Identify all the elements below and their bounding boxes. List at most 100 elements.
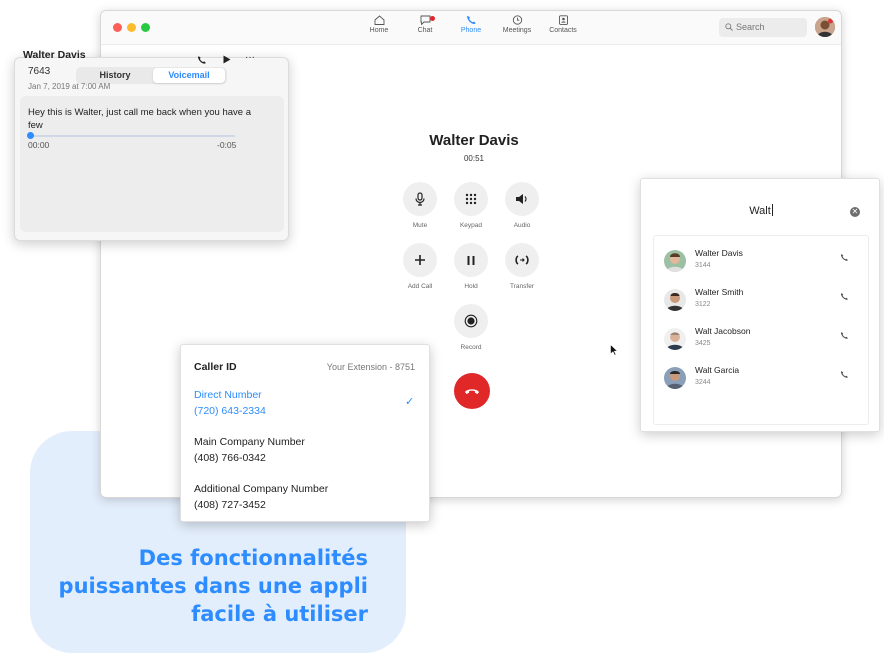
voicemail-progress-track[interactable] [30, 135, 235, 137]
nav-meetings-label: Meetings [502, 27, 532, 34]
caller-id-extension: Your Extension - 8751 [326, 362, 415, 372]
call-contact-icon[interactable] [840, 292, 849, 301]
contact-search-query: Walt [749, 205, 771, 217]
voicemail-elapsed-time: 00:00 [28, 140, 50, 150]
caller-id-option-label: Additional Company Number [194, 483, 329, 495]
caller-id-option-label: Main Company Number [194, 436, 305, 448]
call-contact-icon[interactable] [840, 370, 849, 379]
close-window-button[interactable] [113, 23, 122, 32]
zoom-window-button[interactable] [141, 23, 150, 32]
record-label: Record [460, 344, 482, 351]
search-input[interactable]: Search [719, 18, 807, 37]
voicemail-transcript: Hey this is Walter, just call me back wh… [28, 107, 251, 131]
contacts-icon [558, 15, 568, 25]
call-duration: 00:51 [463, 154, 485, 163]
voicemail-caller-number: 7643 [28, 66, 51, 77]
caller-id-option-additional[interactable]: Additional Company Number (408) 727-3452 [194, 481, 328, 513]
mute-button[interactable]: Mute [395, 182, 445, 229]
avatar [664, 328, 686, 350]
voicemail-progress-knob[interactable] [27, 132, 34, 139]
mute-label: Mute [412, 222, 428, 229]
caller-id-option-number: (720) 643-2334 [194, 405, 266, 417]
tab-history[interactable]: History [78, 68, 152, 83]
title-bar: Home Chat Phone Meetings Contacts Search [101, 11, 841, 45]
play-icon [223, 55, 231, 64]
record-button[interactable]: Record [446, 304, 496, 351]
promo-headline: Des fonctionnalités puissantes dans une … [58, 546, 368, 626]
contact-search-panel: Walt ✕ Walter Davis 3144 Walter Smith 31… [640, 178, 880, 432]
avatar [664, 367, 686, 389]
nav-home[interactable]: Home [357, 15, 401, 34]
voicemail-call-back-button[interactable] [197, 55, 207, 68]
voicemail-play-button[interactable] [223, 55, 231, 67]
call-contact-icon[interactable] [840, 253, 849, 262]
contact-name: Walt Garcia [695, 365, 740, 375]
contact-name: Walter Smith [695, 287, 744, 297]
keypad-button[interactable]: Keypad [446, 182, 496, 229]
audio-button[interactable]: Audio [497, 182, 547, 229]
hold-label: Hold [464, 283, 478, 290]
contact-result-row[interactable]: Walter Smith 3122 [654, 284, 870, 322]
contact-name: Walter Davis [695, 248, 743, 258]
nav-phone[interactable]: Phone [449, 15, 493, 34]
profile-avatar[interactable] [815, 17, 835, 37]
contact-results-list: Walter Davis 3144 Walter Smith 3122 Walt… [653, 235, 869, 425]
add-call-label: Add Call [407, 283, 433, 290]
microphone-icon [415, 192, 425, 206]
nav-chat-label: Chat [417, 27, 433, 34]
nav-phone-label: Phone [460, 27, 482, 34]
active-call-name: Walter Davis [429, 132, 519, 149]
plus-icon [415, 255, 425, 265]
audio-label: Audio [513, 222, 531, 229]
phone-icon [198, 56, 206, 64]
nav-home-label: Home [369, 27, 389, 34]
voicemail-more-button[interactable]: ··· [245, 52, 255, 63]
add-call-button[interactable]: Add Call [395, 243, 445, 290]
contact-result-row[interactable]: Walt Jacobson 3425 [654, 323, 870, 361]
contact-search-field[interactable]: Walt [641, 204, 881, 217]
contact-name: Walt Jacobson [695, 326, 751, 336]
keypad-label: Keypad [459, 222, 483, 229]
search-icon [725, 23, 733, 31]
contact-result-row[interactable]: Walter Davis 3144 [654, 245, 870, 283]
hold-button[interactable]: Hold [446, 243, 496, 290]
voicemail-caller-name: Walter Davis [23, 49, 86, 61]
caller-id-option-direct[interactable]: Direct Number (720) 643-2334 [194, 387, 266, 419]
home-icon [374, 15, 384, 25]
transfer-button[interactable]: Transfer [497, 243, 547, 290]
nav-contacts-label: Contacts [549, 27, 577, 34]
text-caret [771, 204, 773, 216]
caller-id-option-number: (408) 766-0342 [194, 452, 266, 464]
caller-id-popup: Caller ID Your Extension - 8751 Direct N… [180, 344, 430, 522]
voicemail-remaining-time: -0:05 [217, 140, 237, 150]
avatar [664, 289, 686, 311]
speaker-icon [516, 194, 527, 204]
caller-id-option-number: (408) 727-3452 [194, 499, 266, 511]
nav-chat[interactable]: Chat [403, 15, 447, 34]
contact-extension: 3425 [695, 340, 711, 347]
nav-contacts[interactable]: Contacts [541, 15, 585, 34]
avatar [664, 250, 686, 272]
chat-icon [420, 15, 430, 25]
caller-id-option-main[interactable]: Main Company Number (408) 766-0342 [194, 434, 305, 466]
contact-extension: 3144 [695, 262, 711, 269]
mouse-cursor [610, 344, 618, 356]
chat-unread-dot [430, 16, 435, 21]
transfer-icon [515, 255, 529, 265]
contact-extension: 3244 [695, 379, 711, 386]
tab-voicemail[interactable]: Voicemail [153, 68, 225, 83]
call-contact-icon[interactable] [840, 331, 849, 340]
phone-icon [466, 16, 475, 25]
pause-icon [467, 255, 475, 265]
keypad-icon [465, 193, 477, 205]
checkmark-icon: ✓ [405, 396, 415, 408]
transfer-label: Transfer [510, 283, 534, 290]
minimize-window-button[interactable] [127, 23, 136, 32]
nav-meetings[interactable]: Meetings [495, 15, 539, 34]
end-call-button[interactable] [454, 373, 490, 409]
caller-id-option-label: Direct Number [194, 389, 262, 401]
clear-search-icon[interactable]: ✕ [850, 207, 860, 217]
search-placeholder: Search [736, 22, 765, 32]
record-icon [464, 314, 478, 328]
contact-result-row[interactable]: Walt Garcia 3244 [654, 362, 870, 400]
